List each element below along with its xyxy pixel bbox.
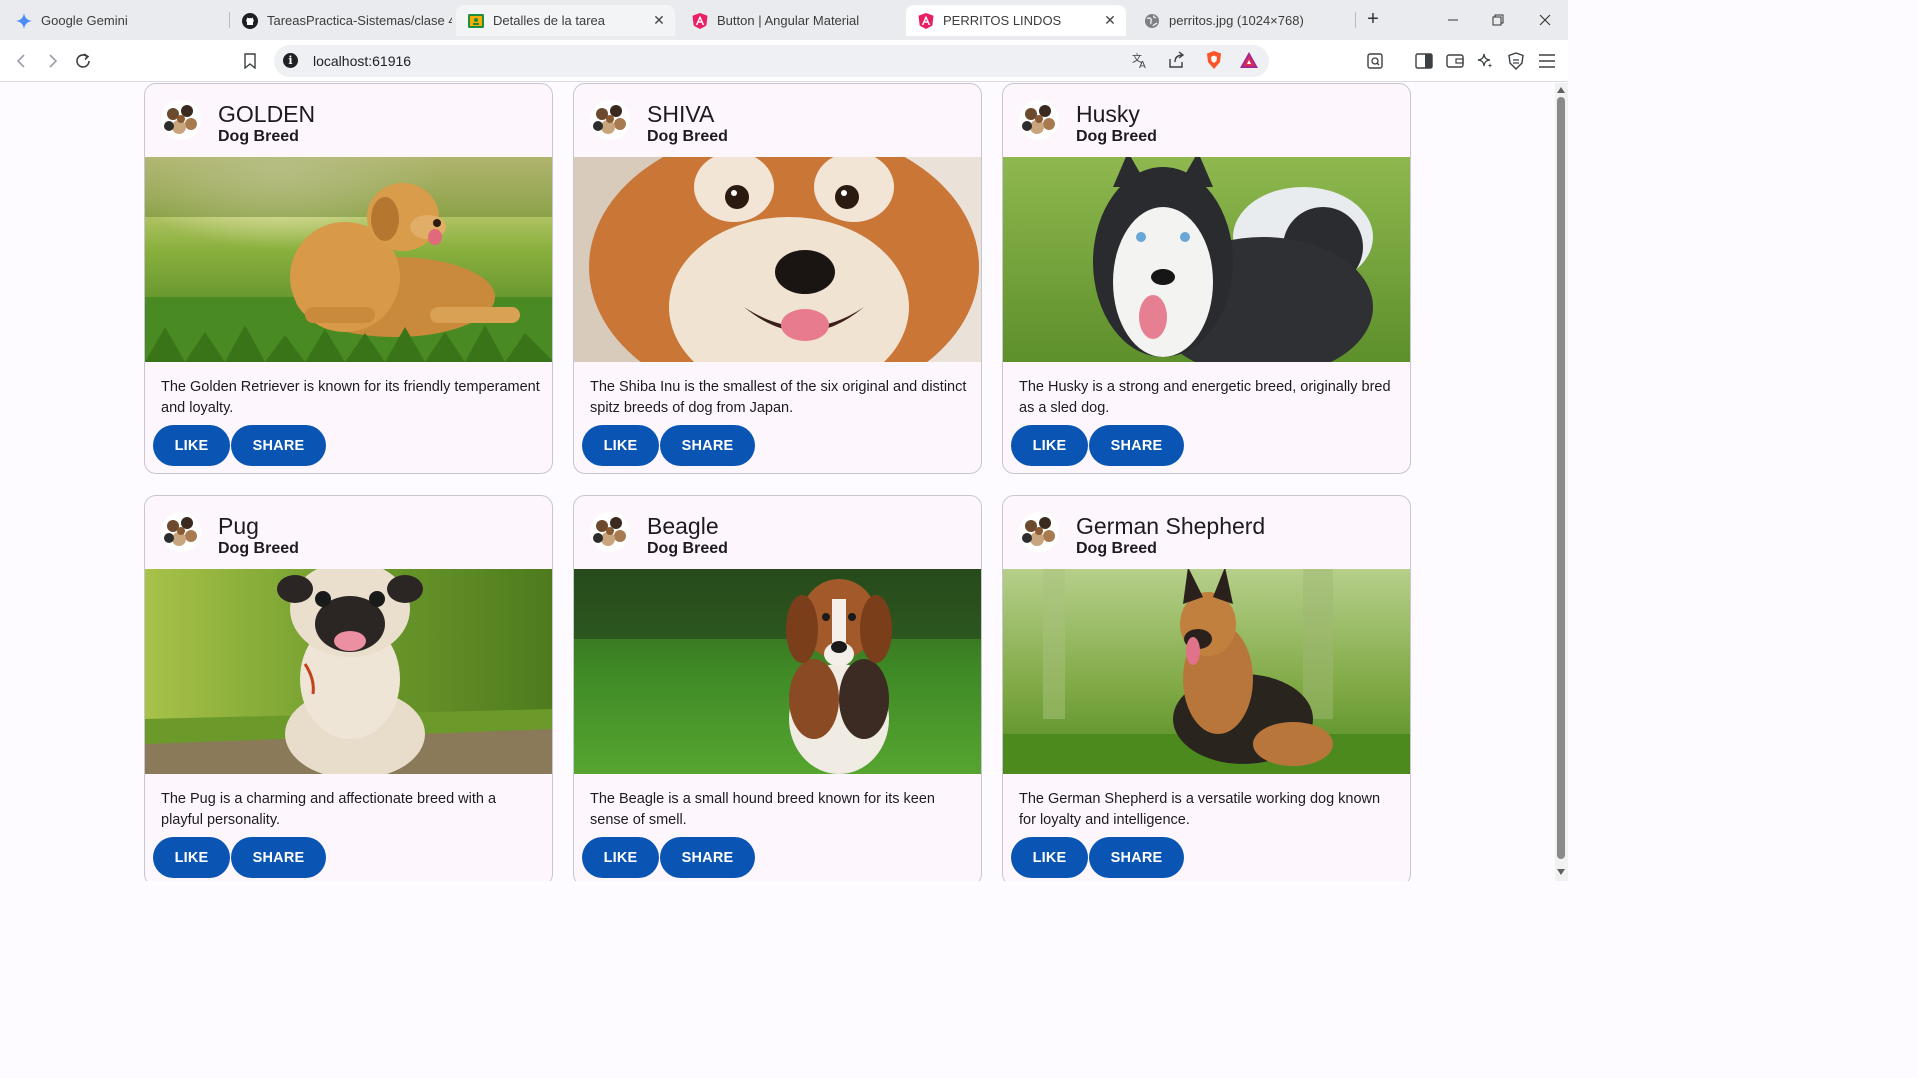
close-window-icon[interactable] xyxy=(1533,8,1557,32)
wallet-icon[interactable] xyxy=(1444,50,1466,72)
back-icon[interactable] xyxy=(11,50,33,72)
angular-icon xyxy=(692,12,708,29)
share-button[interactable]: SHARE xyxy=(1089,837,1184,878)
forward-icon[interactable] xyxy=(41,50,63,72)
github-icon xyxy=(242,12,258,29)
translate-icon[interactable]: 文A xyxy=(1131,51,1149,74)
share-button[interactable]: SHARE xyxy=(660,425,755,466)
dog-card: German Shepherd Dog Breed The German She… xyxy=(1002,495,1411,881)
sidebar-icon[interactable] xyxy=(1413,50,1435,72)
dog-card: Pug Dog Breed The Pug is a charming and … xyxy=(144,495,553,881)
like-button[interactable]: LIKE xyxy=(582,837,659,878)
dogs-avatar xyxy=(1019,100,1059,140)
pug-image xyxy=(145,569,552,774)
reader-mode-icon[interactable] xyxy=(1364,50,1386,72)
card-subtitle: Dog Breed xyxy=(218,540,299,557)
dogs-avatar xyxy=(590,512,630,552)
vpn-shield-icon[interactable] xyxy=(1505,50,1527,72)
address-bar[interactable]: i localhost:61916 文A xyxy=(274,45,1269,77)
tab-perritos-jpg[interactable]: perritos.jpg (1024×768) xyxy=(1132,5,1354,36)
card-title: Beagle xyxy=(647,513,719,539)
share-icon[interactable] xyxy=(1167,51,1185,74)
tab-google-gemini[interactable]: Google Gemini xyxy=(4,5,226,36)
card-description: The Husky is a strong and energetic bree… xyxy=(1019,379,1391,416)
tab-detalles[interactable]: Detalles de la tarea ✕ xyxy=(456,5,675,36)
dogs-avatar xyxy=(161,512,201,552)
card-title: GOLDEN xyxy=(218,101,316,127)
card-title: Pug xyxy=(218,513,259,539)
like-button[interactable]: LIKE xyxy=(153,837,230,878)
url-text: localhost:61916 xyxy=(313,53,412,69)
dog-card: SHIVA Dog Breed The Shiba Inu is the sma… xyxy=(573,83,982,474)
page-content: GOLDEN Dog Breed The Golden Retriever is… xyxy=(0,83,1555,881)
minimize-icon[interactable] xyxy=(1441,8,1465,32)
card-title: SHIVA xyxy=(647,101,715,127)
scrollbar-thumb[interactable] xyxy=(1557,97,1565,859)
dog-card: Beagle Dog Breed The Beagle is a small h… xyxy=(573,495,982,881)
page-scrollbar[interactable] xyxy=(1555,83,1568,881)
new-tab-button[interactable]: + xyxy=(1362,8,1384,30)
classroom-icon xyxy=(468,13,484,29)
restore-icon[interactable] xyxy=(1486,8,1510,32)
golden-retriever-image xyxy=(145,157,552,362)
card-title: German Shepherd xyxy=(1076,513,1266,539)
scroll-down-arrow-icon[interactable] xyxy=(1557,869,1565,875)
reload-icon[interactable] xyxy=(72,50,94,72)
card-subtitle: Dog Breed xyxy=(218,128,299,145)
close-tab-icon[interactable]: ✕ xyxy=(1102,12,1118,29)
card-title: Husky xyxy=(1076,101,1140,127)
like-button[interactable]: LIKE xyxy=(1011,837,1088,878)
dog-card: Husky Dog Breed The Husky is a strong an… xyxy=(1002,83,1411,474)
card-subtitle: Dog Breed xyxy=(1076,540,1157,557)
globe-icon xyxy=(1144,13,1160,29)
share-button[interactable]: SHARE xyxy=(231,837,326,878)
tab-github[interactable]: TareasPractica-Sistemas/clase 4 xyxy=(230,5,452,36)
like-button[interactable]: LIKE xyxy=(582,425,659,466)
husky-image xyxy=(1003,157,1410,362)
like-button[interactable]: LIKE xyxy=(1011,425,1088,466)
card-subtitle: Dog Breed xyxy=(647,128,728,145)
dogs-avatar xyxy=(590,100,630,140)
card-description: The Beagle is a small hound breed known … xyxy=(590,791,935,828)
close-tab-icon[interactable]: ✕ xyxy=(651,12,667,29)
share-button[interactable]: SHARE xyxy=(1089,425,1184,466)
card-description: The Shiba Inu is the smallest of the six… xyxy=(590,379,967,416)
card-description: The German Shepherd is a versatile worki… xyxy=(1019,791,1381,828)
share-button[interactable]: SHARE xyxy=(660,837,755,878)
angular-icon xyxy=(918,12,934,29)
share-button[interactable]: SHARE xyxy=(231,425,326,466)
bookmark-icon[interactable] xyxy=(239,50,261,72)
card-subtitle: Dog Breed xyxy=(1076,128,1157,145)
german-shepherd-image xyxy=(1003,569,1410,774)
tab-perritos-lindos[interactable]: PERRITOS LINDOS ✕ xyxy=(906,5,1126,36)
dog-card: GOLDEN Dog Breed The Golden Retriever is… xyxy=(144,83,553,474)
card-description: The Pug is a charming and affectionate b… xyxy=(161,791,497,828)
card-description: The Golden Retriever is known for its fr… xyxy=(161,379,540,416)
like-button[interactable]: LIKE xyxy=(153,425,230,466)
browser-toolbar: i localhost:61916 文A xyxy=(0,40,1568,82)
menu-icon[interactable] xyxy=(1536,50,1558,72)
scroll-up-arrow-icon[interactable] xyxy=(1557,87,1565,93)
tab-angular-material[interactable]: Button | Angular Material xyxy=(680,5,902,36)
dogs-avatar xyxy=(161,100,201,140)
site-info-icon[interactable]: i xyxy=(283,53,298,68)
browser-tab-strip: Google Gemini TareasPractica-Sistemas/cl… xyxy=(0,0,1568,40)
card-subtitle: Dog Breed xyxy=(647,540,728,557)
dogs-avatar xyxy=(1019,512,1059,552)
shiba-inu-image xyxy=(574,157,981,362)
brave-shield-icon[interactable] xyxy=(1204,50,1224,75)
svg-text:A: A xyxy=(1139,60,1146,69)
beagle-image xyxy=(574,569,981,774)
leo-ai-icon[interactable] xyxy=(1474,50,1496,72)
brave-rewards-icon[interactable] xyxy=(1239,51,1259,74)
gemini-icon xyxy=(16,12,32,29)
